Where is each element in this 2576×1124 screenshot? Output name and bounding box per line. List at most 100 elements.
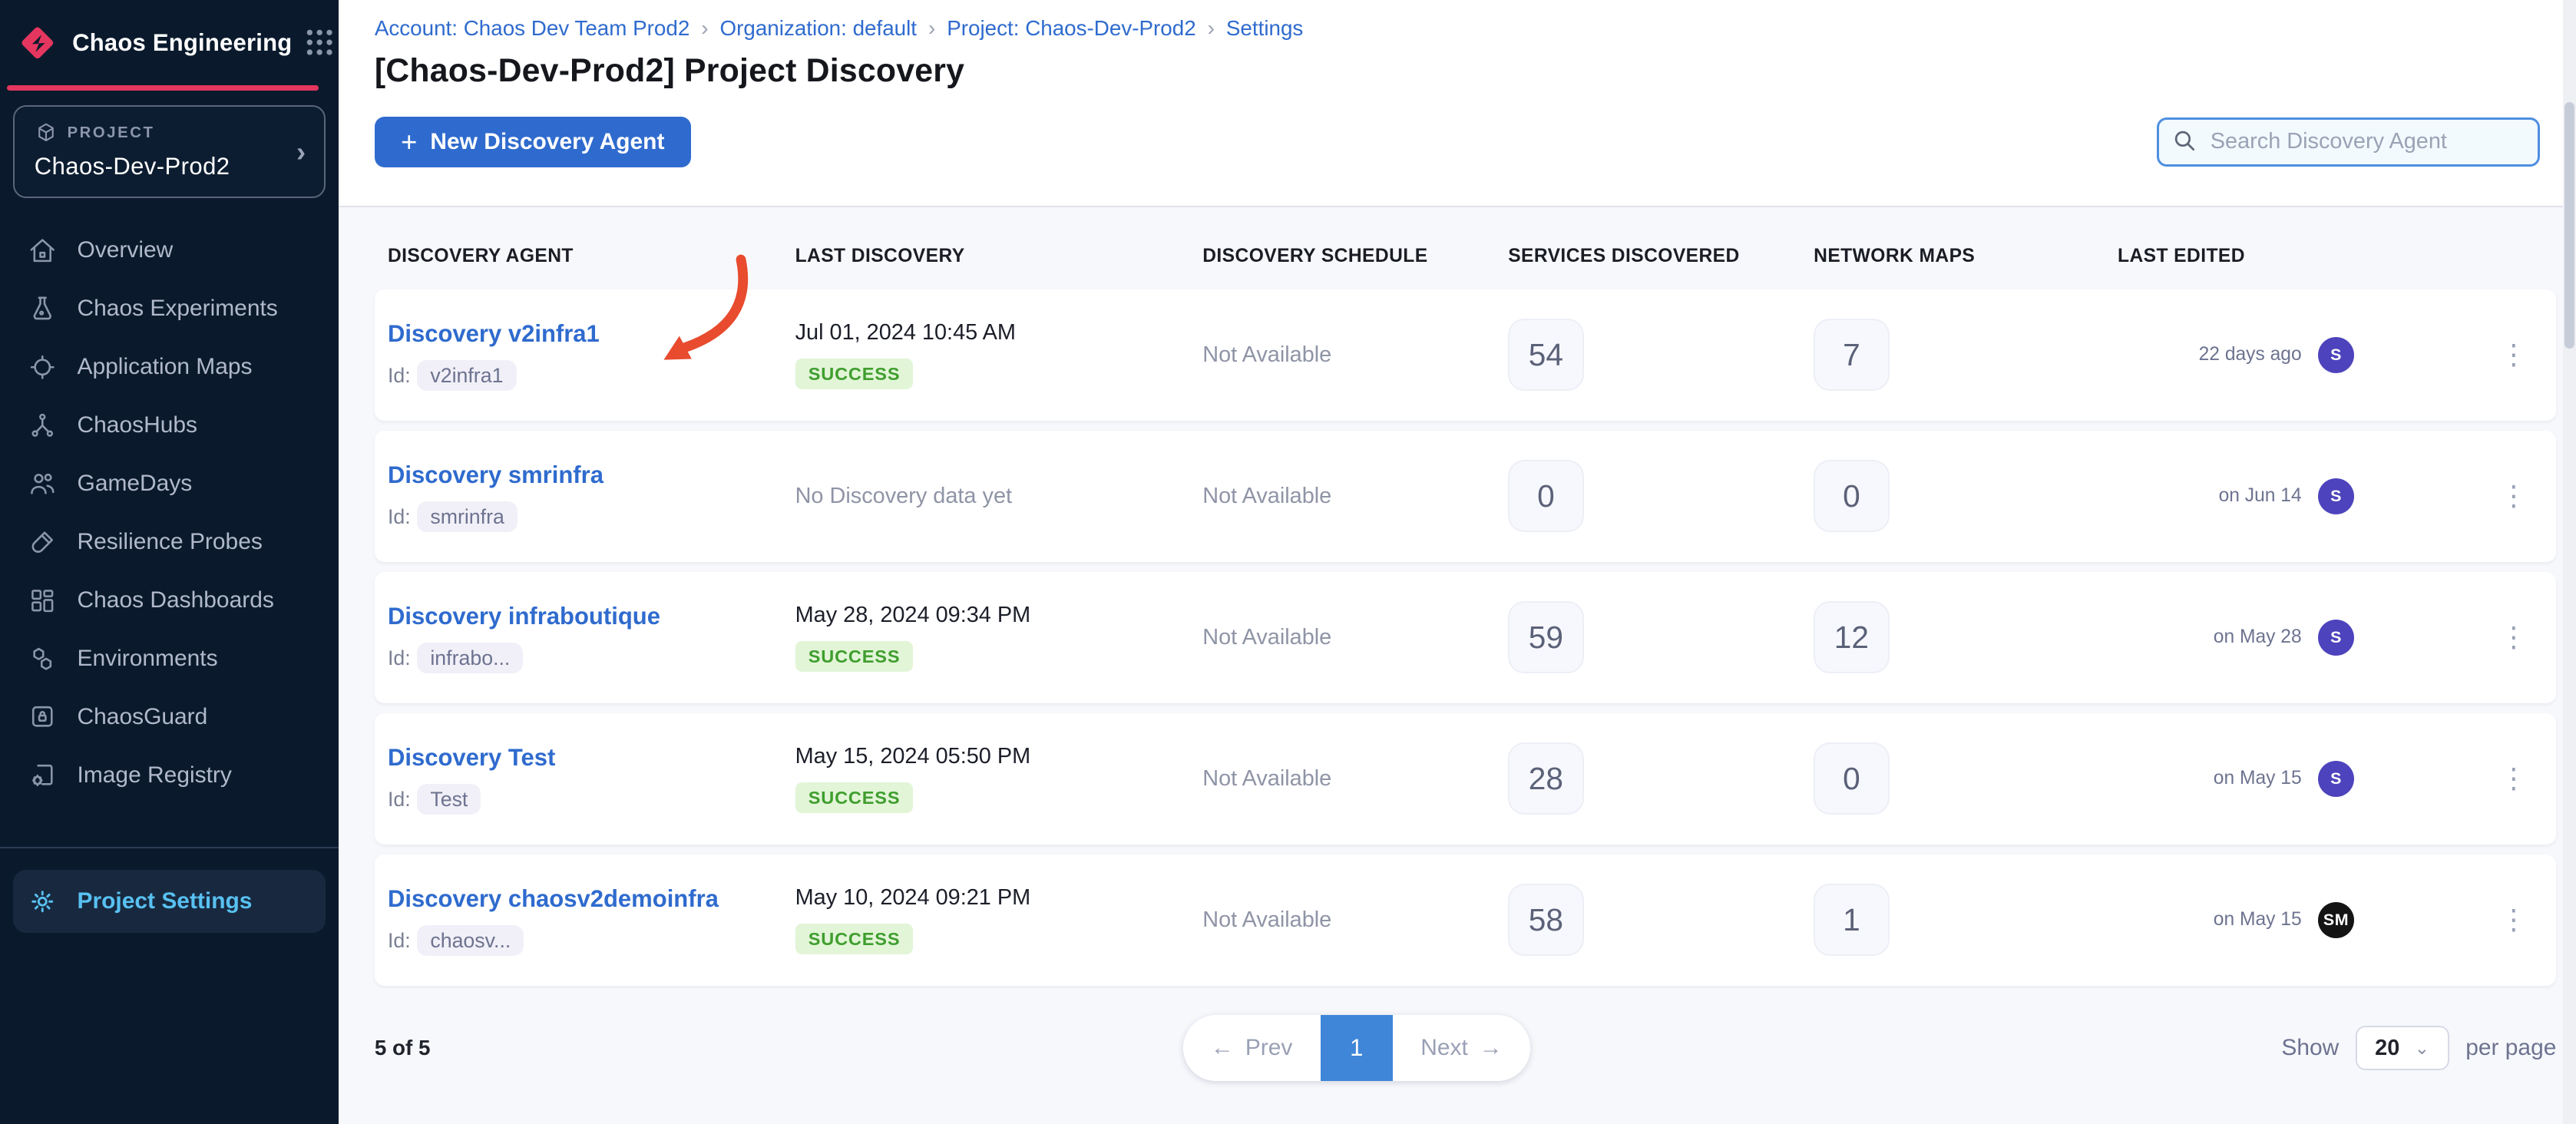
- gear-icon: [28, 887, 58, 917]
- breadcrumb-separator: ›: [928, 16, 935, 41]
- discovery-schedule-value: Not Available: [1202, 907, 1508, 933]
- plus-icon: +: [401, 128, 417, 156]
- status-badge: SUCCESS: [795, 782, 914, 813]
- sidebar-item-application-maps[interactable]: Application Maps: [0, 338, 339, 396]
- sidebar-item-label: Overview: [78, 237, 174, 263]
- probe-icon: [28, 527, 58, 557]
- id-label: Id:: [388, 505, 411, 529]
- chaos-engineering-logo-icon: [16, 21, 59, 64]
- new-discovery-agent-button[interactable]: + New Discovery Agent: [375, 117, 691, 167]
- last-discovery-empty: No Discovery data yet: [795, 484, 1203, 509]
- sidebar-item-project-settings[interactable]: Project Settings: [13, 870, 326, 932]
- sidebar-item-resilience-probes[interactable]: Resilience Probes: [0, 513, 339, 571]
- next-page-button[interactable]: Next →: [1393, 1015, 1530, 1081]
- last-edited-text: 22 days ago: [2118, 344, 2302, 365]
- row-menu-button[interactable]: ⋮: [2484, 906, 2543, 934]
- sidebar-item-image-registry[interactable]: Image Registry: [0, 746, 339, 805]
- breadcrumb: Account: Chaos Dev Team Prod2 › Organiza…: [375, 16, 2540, 41]
- vertical-scrollbar[interactable]: [2563, 0, 2576, 1124]
- prev-label: Prev: [1245, 1035, 1293, 1061]
- column-header-services-discovered: SERVICES DISCOVERED: [1508, 246, 1814, 267]
- page-title: [Chaos-Dev-Prod2] Project Discovery: [375, 52, 2540, 90]
- network-maps-count: 1: [1814, 884, 1889, 956]
- per-page-label: per page: [2465, 1035, 2556, 1061]
- discovery-agent-table: DISCOVERY AGENT LAST DISCOVERY DISCOVERY…: [339, 207, 2576, 1085]
- prev-page-button[interactable]: ← Prev: [1183, 1015, 1321, 1081]
- sidebar-item-label: Chaos Dashboards: [78, 587, 274, 613]
- breadcrumb-project-link[interactable]: Project: Chaos-Dev-Prod2: [947, 16, 1195, 41]
- sidebar-item-environments[interactable]: Environments: [0, 630, 339, 688]
- discovery-schedule-value: Not Available: [1202, 625, 1508, 650]
- avatar: S: [2318, 620, 2354, 656]
- services-discovered-count: 58: [1508, 884, 1583, 956]
- services-discovered-count: 59: [1508, 601, 1583, 673]
- page-size-select[interactable]: 20 ⌄: [2356, 1026, 2449, 1070]
- agent-id-value: chaosv...: [417, 925, 524, 956]
- project-selector[interactable]: PROJECT Chaos-Dev-Prod2 ›: [13, 105, 326, 198]
- breadcrumb-separator: ›: [701, 16, 708, 41]
- sidebar-item-gamedays[interactable]: GameDays: [0, 455, 339, 513]
- breadcrumb-account-link[interactable]: Account: Chaos Dev Team Prod2: [375, 16, 689, 41]
- network-maps-count: 12: [1814, 601, 1889, 673]
- services-discovered-count: 0: [1508, 460, 1583, 532]
- page-header: Account: Chaos Dev Team Prod2 › Organiza…: [339, 0, 2576, 207]
- sidebar-item-label: Application Maps: [78, 354, 253, 380]
- row-menu-button[interactable]: ⋮: [2484, 482, 2543, 510]
- agent-id-value: Test: [417, 784, 481, 815]
- agent-id-value: infrabo...: [417, 643, 523, 673]
- avatar: S: [2318, 478, 2354, 514]
- sidebar-item-chaos-experiments[interactable]: Chaos Experiments: [0, 279, 339, 338]
- agent-id-value: smrinfra: [417, 501, 518, 532]
- sidebar-item-label: Chaos Experiments: [78, 296, 278, 322]
- sidebar-item-chaoshubs[interactable]: ChaosHubs: [0, 396, 339, 455]
- chevron-down-icon: ⌄: [2415, 1037, 2430, 1059]
- last-edited-text: on May 15: [2118, 768, 2302, 789]
- arrow-left-icon: ←: [1211, 1035, 1234, 1061]
- scrollbar-thumb[interactable]: [2564, 102, 2574, 349]
- sidebar-item-label: Resilience Probes: [78, 529, 263, 555]
- show-label: Show: [2281, 1035, 2339, 1061]
- avatar: SM: [2318, 902, 2354, 938]
- search-input[interactable]: [2157, 117, 2540, 167]
- page-number-button[interactable]: 1: [1321, 1015, 1393, 1081]
- main-content: Account: Chaos Dev Team Prod2 › Organiza…: [339, 0, 2576, 1124]
- sidebar-item-label: Image Registry: [78, 762, 232, 788]
- sidebar-nav: Overview Chaos Experiments Application M…: [0, 221, 339, 805]
- last-edited-text: on May 28: [2118, 626, 2302, 648]
- sidebar: Chaos Engineering PROJECT Chaos-Dev-Pr: [0, 0, 339, 1124]
- pager: ← Prev 1 Next →: [1183, 1015, 1531, 1081]
- id-label: Id:: [388, 646, 411, 670]
- table-row: Discovery infraboutique Id: infrabo... Ma…: [375, 572, 2557, 703]
- row-menu-button[interactable]: ⋮: [2484, 341, 2543, 369]
- new-discovery-agent-label: New Discovery Agent: [430, 129, 664, 155]
- sidebar-divider: [0, 847, 339, 848]
- network-maps-count: 7: [1814, 319, 1889, 391]
- sidebar-item-chaos-dashboards[interactable]: Chaos Dashboards: [0, 571, 339, 630]
- chaos-engineering-app: Chaos Engineering PROJECT Chaos-Dev-Pr: [0, 0, 2576, 1124]
- sidebar-item-label: ChaosGuard: [78, 704, 208, 730]
- network-maps-count: 0: [1814, 460, 1889, 532]
- row-menu-button[interactable]: ⋮: [2484, 623, 2543, 651]
- dashboard-icon: [28, 586, 58, 616]
- id-label: Id:: [388, 788, 411, 812]
- row-menu-button[interactable]: ⋮: [2484, 765, 2543, 792]
- agent-name-link[interactable]: Discovery Test: [388, 744, 555, 771]
- hexagons-icon: [28, 644, 58, 674]
- breadcrumb-organization-link[interactable]: Organization: default: [720, 16, 918, 41]
- breadcrumb-settings-link[interactable]: Settings: [1226, 16, 1303, 41]
- agent-name-link[interactable]: Discovery infraboutique: [388, 603, 660, 630]
- agent-name-link[interactable]: Discovery smrinfra: [388, 461, 603, 488]
- avatar: S: [2318, 761, 2354, 797]
- app-launcher-grid-icon[interactable]: [306, 28, 333, 56]
- agent-name-link[interactable]: Discovery v2infra1: [388, 320, 600, 347]
- id-label: Id:: [388, 929, 411, 953]
- last-discovery-date: May 28, 2024 09:34 PM: [795, 603, 1203, 628]
- discovery-schedule-value: Not Available: [1202, 342, 1508, 368]
- agent-name-link[interactable]: Discovery chaosv2demoinfra: [388, 885, 719, 912]
- pagination-bar: 5 of 5 ← Prev 1 Next → Show 20: [375, 1012, 2557, 1084]
- people-icon: [28, 469, 58, 499]
- network-maps-count: 0: [1814, 742, 1889, 815]
- sidebar-item-overview[interactable]: Overview: [0, 221, 339, 279]
- project-name: Chaos-Dev-Prod2: [35, 153, 304, 180]
- sidebar-item-chaosguard[interactable]: ChaosGuard: [0, 688, 339, 746]
